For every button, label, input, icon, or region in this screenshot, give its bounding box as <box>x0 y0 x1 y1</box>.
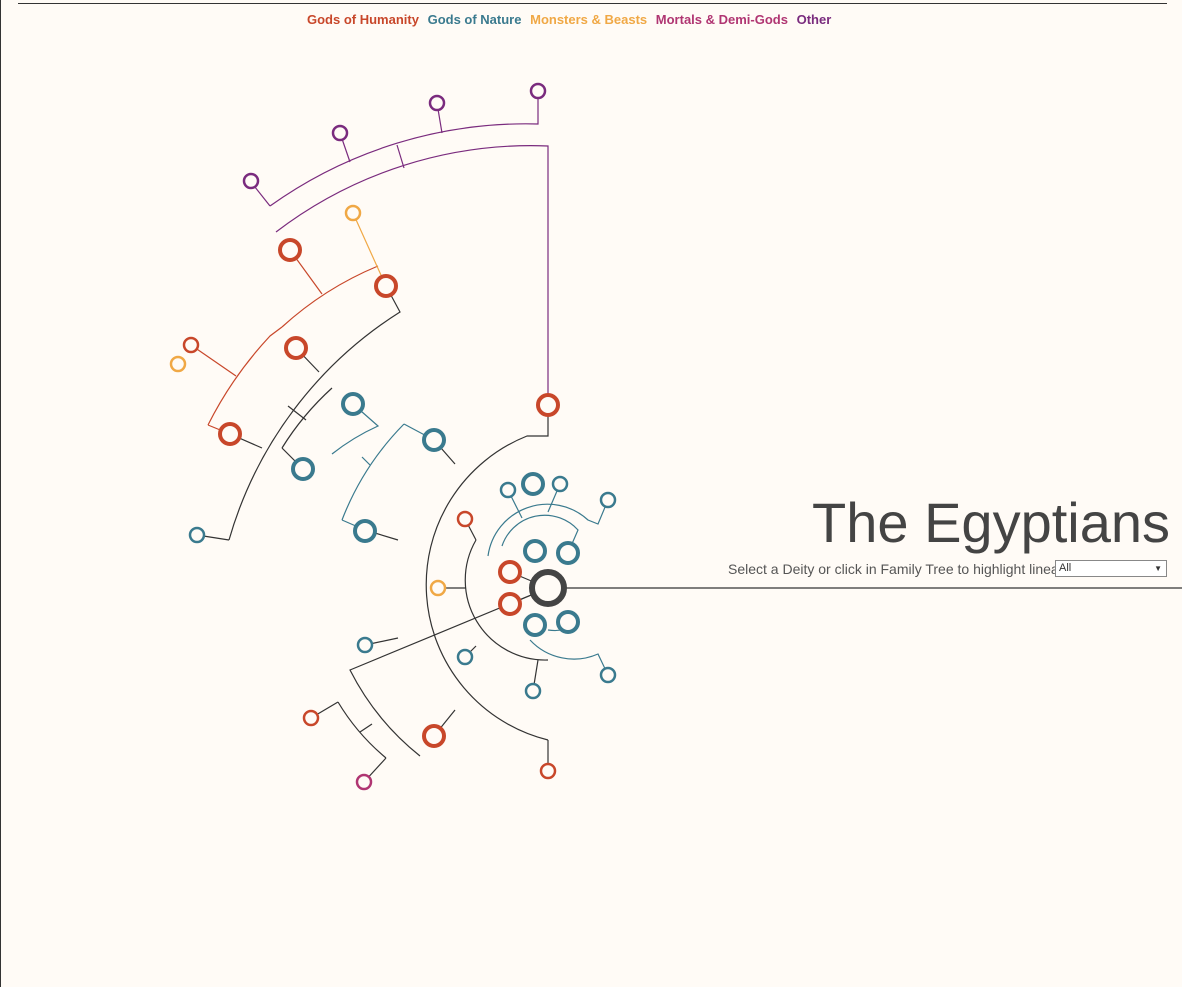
deity-node[interactable] <box>599 491 617 509</box>
deity-node[interactable] <box>456 648 474 666</box>
deity-node[interactable] <box>182 336 200 354</box>
deity-node[interactable] <box>599 666 617 684</box>
deity-node[interactable] <box>302 709 320 727</box>
deity-node[interactable] <box>428 94 446 112</box>
deity-node[interactable] <box>278 238 302 262</box>
deity-select[interactable]: All ▼ <box>1055 560 1167 577</box>
deity-node[interactable] <box>242 172 260 190</box>
root-node[interactable] <box>529 569 567 607</box>
link-nature-tick <box>361 456 371 466</box>
link-monster-n1 <box>352 212 386 285</box>
link-humanity-arc-outer <box>281 265 379 328</box>
deity-node[interactable] <box>169 355 187 373</box>
deity-node[interactable] <box>523 539 547 563</box>
deity-node[interactable] <box>498 560 522 584</box>
link-inner-nature-lower <box>529 639 609 676</box>
deity-node[interactable] <box>456 510 474 528</box>
deity-node[interactable] <box>188 526 206 544</box>
deity-node[interactable] <box>429 579 447 597</box>
deity-node[interactable] <box>374 274 398 298</box>
page-title: The Egyptians <box>812 491 1170 554</box>
link-black-tick3 <box>287 405 307 421</box>
deity-node[interactable] <box>523 613 547 637</box>
deity-node[interactable] <box>498 592 522 616</box>
deity-node[interactable] <box>539 762 557 780</box>
link-inner-nature-upper <box>487 499 609 557</box>
deity-node[interactable] <box>356 636 374 654</box>
deity-node[interactable] <box>524 682 542 700</box>
deity-node[interactable] <box>353 519 377 543</box>
link-lower-tick <box>359 723 373 733</box>
deity-node[interactable] <box>355 773 373 791</box>
deity-node[interactable] <box>284 336 308 360</box>
deity-node[interactable] <box>331 124 349 142</box>
deity-node[interactable] <box>291 457 315 481</box>
link-purple-tick <box>396 144 405 169</box>
deity-node[interactable] <box>422 724 446 748</box>
deity-select-value: All <box>1059 562 1072 574</box>
link-lower-branch <box>349 587 549 757</box>
deity-node[interactable] <box>521 472 545 496</box>
link-black-arc-2 <box>281 387 333 449</box>
deity-node[interactable] <box>536 393 560 417</box>
deity-node[interactable] <box>529 82 547 100</box>
deity-node[interactable] <box>499 481 517 499</box>
link-black-arc-1 <box>228 285 401 541</box>
deity-node[interactable] <box>556 610 580 634</box>
chevron-down-icon: ▼ <box>1154 564 1162 573</box>
deity-node[interactable] <box>218 422 242 446</box>
deity-node[interactable] <box>551 475 569 493</box>
deity-node[interactable] <box>422 428 446 452</box>
deity-node[interactable] <box>556 541 580 565</box>
link-purple-arc <box>269 92 539 207</box>
lineage-instructions: Select a Deity or click in Family Tree t… <box>728 561 1075 577</box>
deity-node[interactable] <box>344 204 362 222</box>
link-humanity-arc-inner <box>207 326 283 426</box>
deity-node[interactable] <box>341 392 365 416</box>
link-purple-main <box>275 145 549 405</box>
link-nature-arc-1 <box>341 423 405 521</box>
